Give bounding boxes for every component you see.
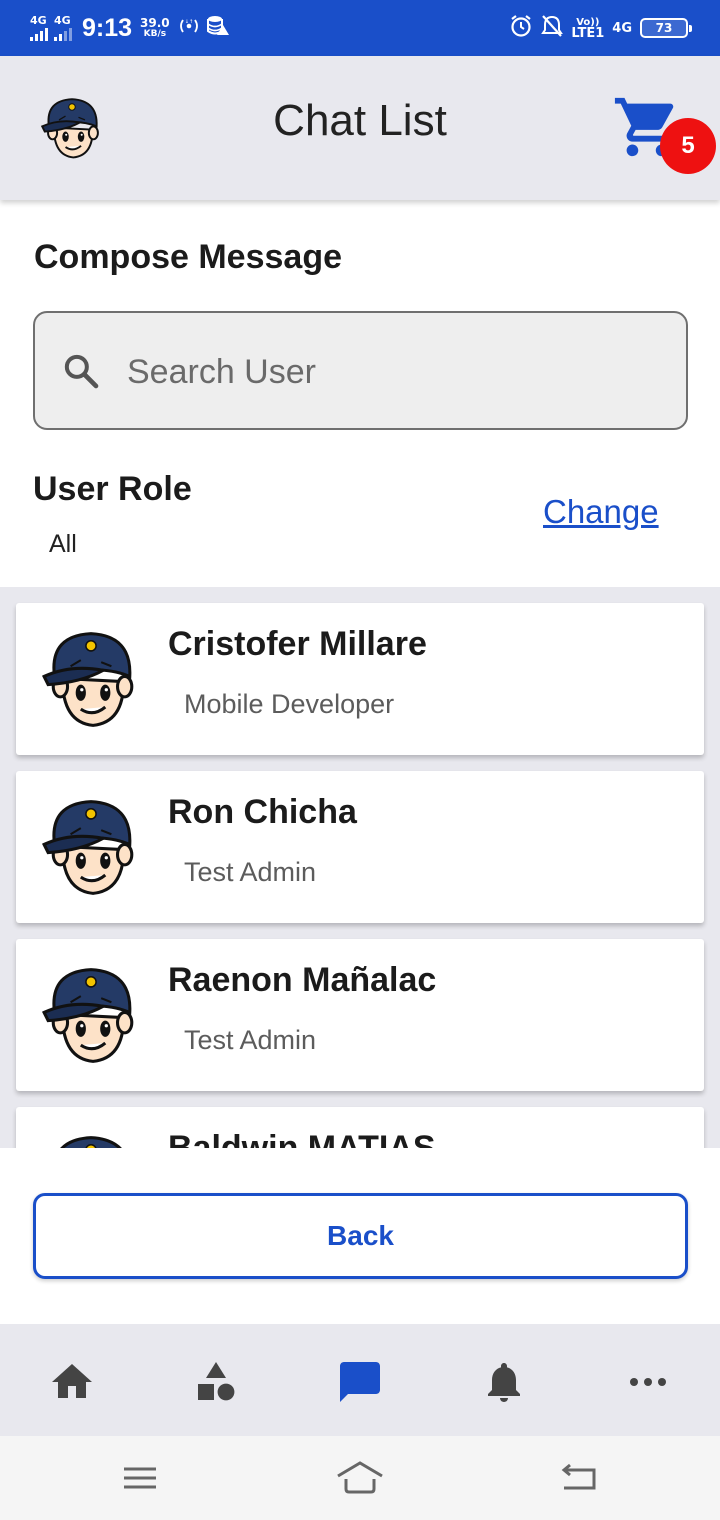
signal-sim2: 4G (54, 15, 72, 41)
user-card[interactable]: Baldwin MATIAS (16, 1107, 704, 1148)
user-name: Ron Chicha (168, 793, 357, 831)
back-nav-button[interactable] (554, 1454, 606, 1502)
back-arrow-icon (561, 1463, 596, 1490)
user-avatar (40, 961, 142, 1069)
user-avatar (40, 625, 142, 733)
nav-more[interactable] (624, 1358, 672, 1406)
more-icon (630, 1378, 666, 1386)
user-role: Test Admin (184, 857, 317, 887)
user-name: Baldwin MATIAS (168, 1129, 436, 1148)
user-card[interactable]: Raenon Mañalac Test Admin (16, 939, 704, 1091)
home-icon (52, 1364, 92, 1398)
status-bar: 4G 4G 9:13 39.0 KB/s ↓↑ Vo)) LTE1 4G 73 (0, 0, 720, 56)
signal-sim1-label: 4G (30, 14, 47, 27)
signal-sim2-label: 4G (54, 14, 71, 27)
user-name: Raenon Mañalac (168, 961, 437, 999)
network-speed: 39.0 KB/s (140, 17, 170, 39)
bell-icon (488, 1363, 520, 1402)
bottom-nav (0, 1324, 720, 1436)
volte-indicator: Vo)) LTE1 (571, 17, 605, 41)
chat-icon (340, 1362, 380, 1402)
user-avatar (40, 1129, 142, 1148)
hotspot-icon: ↓↑ (178, 17, 200, 39)
user-card[interactable]: Cristofer Millare Mobile Developer (16, 603, 704, 755)
search-icon (61, 351, 101, 391)
status-time: 9:13 (82, 13, 133, 42)
nav-notifications[interactable] (480, 1358, 528, 1406)
app-header: Chat List 5 (0, 56, 720, 200)
shapes-icon (198, 1362, 235, 1401)
compose-title: Compose Message (34, 238, 342, 276)
network-speed-unit: KB/s (143, 29, 167, 39)
user-card[interactable]: Ron Chicha Test Admin (16, 771, 704, 923)
change-role-link[interactable]: Change (543, 493, 659, 531)
battery-icon: 73 (640, 18, 692, 38)
cart-count-badge: 5 (660, 118, 716, 174)
user-role-value: All (49, 530, 77, 558)
menu-icon (124, 1467, 156, 1489)
user-role: Test Admin (184, 1025, 317, 1055)
system-nav-bar (0, 1436, 720, 1520)
lte-label: LTE1 (571, 26, 605, 41)
user-role: Mobile Developer (184, 689, 395, 719)
nav-chat[interactable] (336, 1358, 384, 1406)
recent-apps-button[interactable] (114, 1454, 166, 1502)
net-label: 4G (612, 20, 632, 36)
search-input[interactable] (127, 337, 647, 407)
network-speed-value: 39.0 (140, 16, 170, 30)
user-name: Cristofer Millare (168, 625, 427, 663)
net-indicator: 4G (612, 20, 632, 36)
back-button[interactable]: Back (33, 1193, 688, 1279)
user-role-label: User Role (33, 470, 192, 508)
nav-home[interactable] (48, 1358, 96, 1406)
home-outline-icon (337, 1461, 383, 1494)
battery-level: 73 (655, 21, 673, 35)
data-saver-icon (206, 15, 230, 41)
user-list[interactable]: Cristofer Millare Mobile Developer Ron Chi… (0, 587, 720, 1148)
signal-sim1: 4G (30, 15, 48, 41)
alarm-icon (509, 14, 533, 42)
search-field[interactable] (33, 311, 688, 430)
svg-text:↓↑: ↓↑ (184, 19, 192, 25)
nav-categories[interactable] (192, 1358, 240, 1406)
back-area: Back (0, 1148, 720, 1324)
notifications-off-icon (541, 14, 564, 42)
user-avatar (40, 793, 142, 901)
home-button[interactable] (334, 1454, 386, 1502)
